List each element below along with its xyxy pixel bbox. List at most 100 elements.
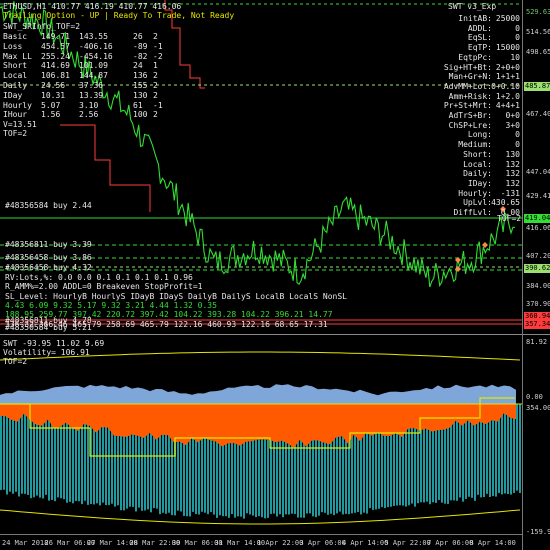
panel-divider[interactable]	[0, 334, 550, 335]
stats-row: Local 106.81 144.87 136 2	[3, 71, 173, 80]
time-tick: 8 Apr 14:00	[469, 539, 516, 547]
stats-value-d: -1	[153, 100, 163, 110]
stats-value-b: 3.10	[79, 100, 99, 110]
stats-right-label: Short:	[463, 149, 492, 159]
main-chart-panel[interactable]: ETHUSD,H1 410.77 416.19 410.77 416.06 Tr…	[0, 0, 522, 332]
price-tick: 407.20	[526, 252, 550, 260]
stats-label: Basic	[3, 32, 28, 41]
stats-label: Local	[3, 71, 28, 81]
time-tick: 24 Mar 2018	[2, 539, 49, 547]
symbol-title: ETHUSD,H1 410.77 416.19 410.77 416.06	[3, 2, 181, 11]
ramm-line: R_AMM%=2.00 ADDL=0 Breakeven StopProfit=…	[5, 282, 203, 291]
time-tick: 3 Apr 06:00	[299, 539, 346, 547]
stats-value-c: 100	[133, 110, 148, 120]
stats-value-d: 2	[153, 110, 158, 120]
stats-right-value: 15000	[495, 43, 520, 53]
stats-value-c: 24	[133, 61, 143, 71]
trade-label[interactable]: #48356584 buy 2.44	[5, 201, 92, 210]
blue-area	[0, 384, 516, 404]
stats-row: Loss 454.57 -406.16 -89 -1	[3, 42, 173, 51]
stats-value-b: -406.16	[79, 41, 113, 51]
stats-value-a: 454.57	[41, 41, 70, 51]
stats-value-d: 2	[153, 90, 158, 100]
stats-right-value: 0	[515, 140, 520, 150]
stats-right-value: 10	[510, 52, 520, 62]
sl-level-row-2: 188.95 259.77 397.42 220.72 397.42 104.2…	[5, 310, 333, 319]
stats-value-a: 149.71	[41, 32, 70, 41]
stats-right-value: 132	[505, 159, 520, 169]
stats-right-value: 1+1+1	[495, 72, 520, 82]
stats-right-label: Local:	[463, 159, 492, 169]
histogram-bar	[21, 404, 23, 494]
histogram-bar	[516, 404, 518, 491]
trade-label[interactable]: #48356458 buy 4.32	[5, 263, 92, 272]
stats-right-label: Amm+Risk:	[448, 91, 492, 101]
stats-value-c: 130	[133, 90, 148, 100]
histogram-bar	[519, 404, 521, 493]
stats-value-a: 1.56	[41, 110, 61, 120]
stats-right-value: 1+2.0	[495, 91, 520, 101]
indicator-canvas[interactable]	[0, 338, 522, 533]
stats-value-b: 101.09	[79, 61, 108, 71]
stats-right-label: IDay:	[467, 178, 492, 188]
price-tick: 384.00	[526, 282, 550, 290]
stats-right-label: Daily:	[463, 169, 492, 179]
indicator-subwindow[interactable]: SWT -93.95 11.02 9.69 Volatility= 106.91…	[0, 338, 522, 533]
stats-row: Short 414.69 101.09 24 1	[3, 61, 173, 70]
stats-value-a: 255.24	[41, 51, 70, 61]
stats-row: Daily 24.56 37.36 155 2	[3, 81, 173, 90]
stats-value-c: -82	[133, 51, 148, 61]
stats-right-value: 430.65	[491, 198, 520, 208]
stats-value-d: -1	[153, 41, 163, 51]
stats-right-label: EqtpPc:	[458, 52, 492, 62]
trade-label[interactable]: #48356458 buy 3.86	[5, 253, 92, 262]
stats-row: IHour 1.56 2.56 100 2	[3, 110, 173, 119]
stats-value-c: 61	[133, 100, 143, 110]
stats-value-c: -89	[133, 41, 148, 51]
stats-label: IDay	[3, 90, 23, 100]
histogram-bar	[507, 404, 509, 495]
histogram-bar	[501, 404, 503, 495]
stats-right-label: EqSL:	[467, 33, 492, 43]
time-tick: 5 Apr 22:00	[384, 539, 431, 547]
stats-value-a: 5.07	[41, 100, 61, 110]
indicator-tick: -159.97	[526, 528, 550, 536]
stats-right-value: 0+0	[505, 111, 520, 120]
stats-value-b: 37.36	[79, 81, 104, 90]
stats-right-label: AdTrS+Br:	[448, 111, 492, 120]
stats-right-label: EqTP:	[467, 43, 492, 53]
price-tick: 498.65	[526, 48, 550, 56]
trade-label[interactable]: #48356811 buy 3.39	[5, 240, 92, 249]
stats-right-label: Pr+St+Mrt:	[443, 101, 492, 111]
v-value: V=13.51	[3, 120, 37, 129]
stats-right-value: 0	[515, 130, 520, 140]
stats-right-value: 25000	[495, 14, 520, 23]
stats-label: Short	[3, 61, 28, 71]
stats-value-b: 143.55	[79, 32, 108, 41]
time-tick: 4 Apr 14:00	[342, 539, 389, 547]
stats-label: Loss	[3, 41, 23, 51]
stats-right-label: InitAB:	[458, 14, 492, 23]
stats-right-label: ChSP+Lre:	[448, 120, 492, 130]
time-tick: 7 Apr 06:00	[427, 539, 474, 547]
price-axis[interactable]: 529.63 514.56 498.65 485.87 467.40 447.04 429.…	[522, 0, 550, 550]
stats-label: IHour	[3, 110, 28, 120]
trailing-stop-line-lower	[60, 124, 151, 212]
stats-label: Daily	[3, 81, 28, 90]
stats-right-label: Medium:	[458, 140, 492, 150]
price-tick: 429.41	[526, 192, 550, 200]
price-tick: 357.34	[524, 320, 550, 329]
time-tick: 1 Apr 22:00	[257, 539, 304, 547]
stats-value-b: 144.87	[79, 71, 108, 81]
stats-value-a: 24.56	[41, 81, 66, 90]
stats-right-label: DiffLvl:	[453, 208, 492, 217]
stats-label: Max LL	[3, 51, 32, 61]
stats-value-c: 136	[133, 71, 148, 81]
stats-value-d: 1	[153, 61, 158, 71]
price-tick: 485.87	[524, 82, 550, 91]
time-axis[interactable]: 24 Mar 2018 26 Mar 06:00 27 Mar 14:00 28 Ma…	[0, 534, 522, 550]
stats-right-label: Man+Gr+N:	[448, 72, 492, 82]
rv-lots-line: RV:Lots,%: 0.0 0.0 0.1 0.1 0.1 0.1 0.96	[5, 273, 193, 282]
tof-value: TOF=2	[3, 129, 28, 138]
stats-right-value: 2+0+0	[495, 62, 520, 72]
